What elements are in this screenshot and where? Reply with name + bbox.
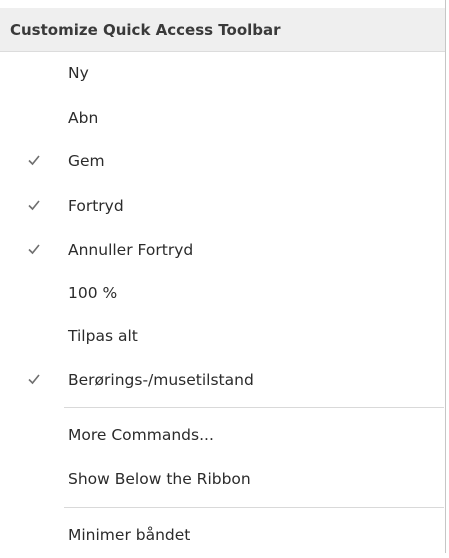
menu-item-label: Ny <box>68 64 89 82</box>
menu-item-show-below-ribbon[interactable]: Show Below the Ribbon <box>0 458 445 502</box>
menu-item-label: Berørings-/musetilstand <box>68 371 254 389</box>
menu-item-ny[interactable]: Ny <box>0 52 445 96</box>
menu-item-label: Tilpas alt <box>68 327 138 345</box>
checkmark-icon <box>28 244 40 255</box>
menu-separator <box>64 407 444 408</box>
menu-item-label: Show Below the Ribbon <box>68 470 251 488</box>
menu-item-tilpas-alt[interactable]: Tilpas alt <box>0 315 445 359</box>
menu-item-label: Abn <box>68 109 99 127</box>
customize-quick-access-toolbar-menu: Customize Quick Access Toolbar Ny Abn Ge… <box>0 0 446 553</box>
checkmark-icon <box>28 374 40 385</box>
menu-item-more-commands[interactable]: More Commands... <box>0 414 445 458</box>
menu-item-label: Gem <box>68 152 105 170</box>
checkmark-icon <box>28 155 40 166</box>
menu-item-beroerings-musetilstand[interactable]: Berørings-/musetilstand <box>0 359 445 403</box>
menu-item-minimer-baandet[interactable]: Minimer båndet <box>0 514 445 558</box>
menu-header: Customize Quick Access Toolbar <box>0 8 445 52</box>
menu-item-label: 100 % <box>68 284 118 302</box>
checkmark-icon <box>28 200 40 211</box>
menu-title: Customize Quick Access Toolbar <box>10 21 281 39</box>
menu-item-label: Minimer båndet <box>68 526 191 544</box>
menu-item-abn[interactable]: Abn <box>0 97 445 141</box>
menu-item-gem[interactable]: Gem <box>0 140 445 184</box>
menu-item-label: Annuller Fortryd <box>68 241 194 259</box>
menu-item-annuller-fortryd[interactable]: Annuller Fortryd <box>0 229 445 273</box>
menu-separator <box>64 507 444 508</box>
menu-item-label: Fortryd <box>68 197 124 215</box>
menu-item-fortryd[interactable]: Fortryd <box>0 185 445 229</box>
menu-item-label: More Commands... <box>68 426 214 444</box>
menu-item-100-percent[interactable]: 100 % <box>0 272 445 316</box>
